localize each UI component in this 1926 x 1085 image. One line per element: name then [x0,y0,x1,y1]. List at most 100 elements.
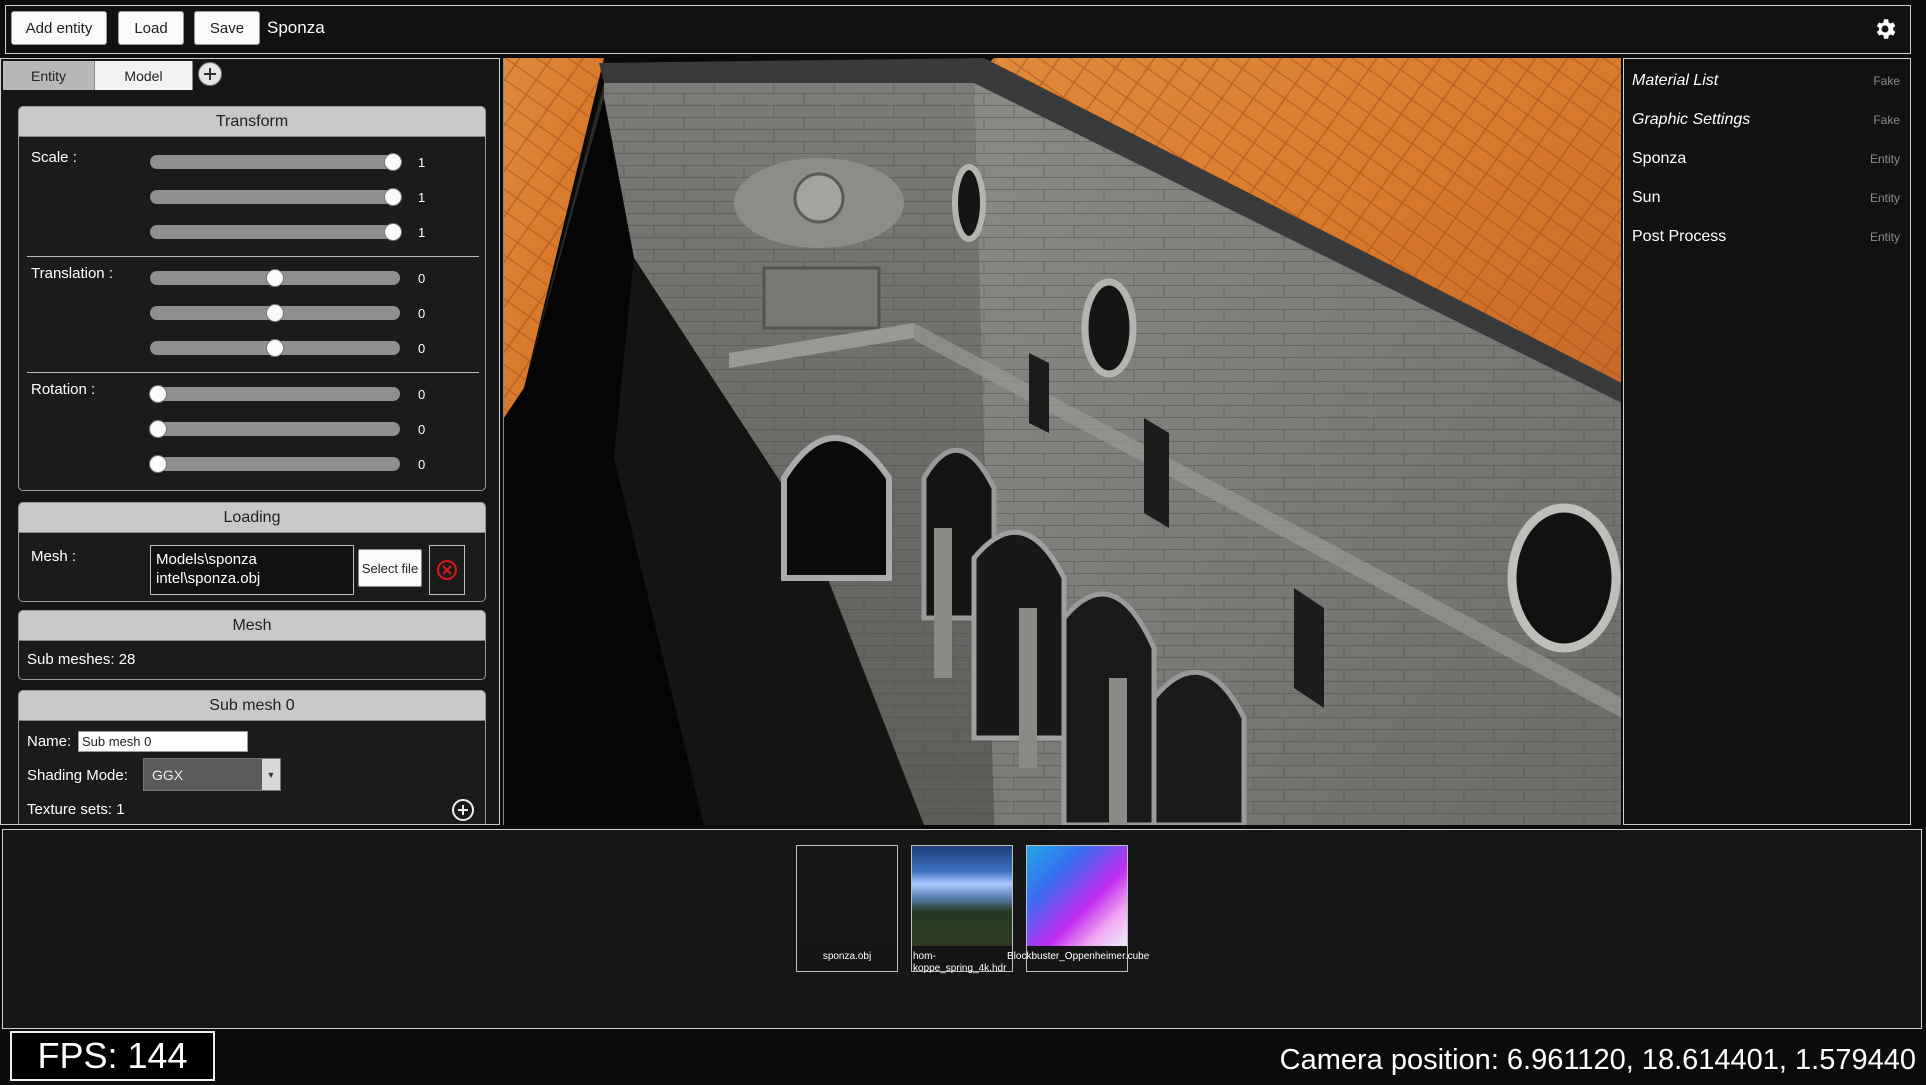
editor-window: Add entity Load Save Sponza Entity Model… [0,0,1926,1085]
translation-label: Translation : [31,265,113,282]
rotation-z-value: 0 [418,457,426,472]
mesh-title: Mesh [19,611,485,641]
mesh-path-field[interactable]: Models\sponza intel\sponza.obj [150,545,354,595]
asset-browser: sponza.obj hom-koppe_spring_4k.hdr Block… [2,829,1922,1029]
translation-z-value: 0 [418,341,426,356]
hierarchy-item-post-process[interactable]: Post Process Entity [1624,219,1910,253]
3d-viewport[interactable] [503,58,1621,825]
mesh-path-line1: Models\sponza [156,551,257,568]
divider [27,372,479,373]
sub-mesh-section: Sub mesh 0 Name: Shading Mode: GGX ▼ Tex… [18,690,486,824]
hierarchy-item-type: Entity [1869,152,1900,166]
shading-mode-select[interactable]: GGX ▼ [143,758,281,791]
select-file-button[interactable]: Select file [358,549,422,587]
tab-model[interactable]: Model [95,61,193,90]
translation-y-value: 0 [418,306,426,321]
slider-knob[interactable] [266,269,284,287]
hdr-thumbnail [912,846,1012,946]
slider-knob[interactable] [148,455,167,473]
hierarchy-item-type: Entity [1869,191,1900,205]
scene-render [504,58,1621,825]
translation-z-slider[interactable] [150,339,400,357]
camera-position-readout: Camera position: 6.961120, 18.614401, 1.… [1279,1044,1916,1076]
load-button[interactable]: Load [118,11,184,45]
rotation-y-value: 0 [418,422,426,437]
plus-circle-icon [458,805,468,815]
tab-entity[interactable]: Entity [3,61,95,90]
file-thumbnail [797,846,897,946]
inspector-panel: Entity Model Transform Scale : 1 1 1 Tra… [0,58,500,825]
hierarchy-item-type: Fake [1873,113,1900,127]
loading-section: Loading Mesh : Models\sponza intel\sponz… [18,502,486,602]
inspector-tabs: Entity Model [3,61,193,90]
translation-x-value: 0 [418,271,426,286]
lut-thumbnail [1027,846,1127,946]
rotation-x-value: 0 [418,387,426,402]
hierarchy-item-name: Graphic Settings [1632,111,1751,128]
transform-title: Transform [19,107,485,137]
add-tab-button[interactable] [198,62,222,86]
mesh-path-line2: intel\sponza.obj [156,570,261,587]
hierarchy-item-sponza[interactable]: Sponza Entity [1624,141,1910,175]
sub-meshes-count: Sub meshes: 28 [27,651,136,668]
hierarchy-item-name: Sponza [1632,150,1687,167]
scale-y-value: 1 [418,190,426,205]
slider-knob[interactable] [383,153,402,171]
rotation-z-slider[interactable] [148,455,400,473]
slider-knob[interactable] [383,188,402,206]
mesh-label: Mesh : [31,548,77,565]
transform-section: Transform Scale : 1 1 1 Translation : 0 … [18,106,486,491]
hierarchy-item-material-list[interactable]: Material List Fake [1624,63,1910,97]
sub-mesh-name-input[interactable] [78,731,248,752]
translation-x-slider[interactable] [150,269,400,287]
slider-knob[interactable] [148,420,167,438]
scene-name: Sponza [267,18,325,37]
rotation-label: Rotation : [31,381,96,398]
scale-z-value: 1 [418,225,426,240]
fps-counter: FPS: 144 [10,1031,215,1081]
scene-hierarchy-panel: Material List Fake Graphic Settings Fake… [1623,58,1911,825]
scale-x-value: 1 [418,155,426,170]
inspector-scrollbar[interactable] [491,99,497,819]
hierarchy-item-type: Entity [1869,230,1900,244]
asset-item[interactable]: Blockbuster_Oppenheimer.cube [1007,845,1149,972]
rotation-y-slider[interactable] [148,420,400,438]
scale-label: Scale : [31,149,77,166]
shading-mode-label: Shading Mode: [27,767,128,784]
mesh-section: Mesh Sub meshes: 28 [18,610,486,680]
hierarchy-item-name: Material List [1632,72,1719,89]
slider-knob[interactable] [148,385,167,403]
hierarchy-item-name: Post Process [1632,228,1727,245]
texture-sets-count: Texture sets: 1 [27,801,125,818]
asset-item[interactable]: sponza.obj [796,845,898,972]
slider-knob[interactable] [383,223,402,241]
loading-title: Loading [19,503,485,533]
asset-label: sponza.obj [822,951,872,962]
shading-mode-value: GGX [152,767,184,783]
scale-x-slider[interactable] [150,153,402,171]
asset-label: hom-koppe_spring_4k.hdr [913,951,1007,974]
asset-label: Blockbuster_Oppenheimer.cube [1007,951,1150,962]
rotation-x-slider[interactable] [148,385,400,403]
sub-mesh-title: Sub mesh 0 [19,691,485,721]
gear-icon[interactable] [1872,16,1898,42]
plus-circle-icon [204,68,216,80]
scale-z-slider[interactable] [150,223,402,241]
slider-knob[interactable] [266,304,284,322]
asset-item[interactable]: hom-koppe_spring_4k.hdr [911,845,1013,974]
top-toolbar: Add entity Load Save Sponza [5,5,1911,54]
translation-y-slider[interactable] [150,304,400,322]
divider [27,256,479,257]
close-circle-icon [437,560,457,580]
save-button[interactable]: Save [194,11,260,45]
hierarchy-item-name: Sun [1632,189,1661,206]
add-entity-button[interactable]: Add entity [11,11,107,45]
add-texture-set-button[interactable] [452,799,474,821]
scale-y-slider[interactable] [150,188,402,206]
hierarchy-item-sun[interactable]: Sun Entity [1624,180,1910,214]
remove-mesh-button[interactable] [429,545,465,595]
slider-knob[interactable] [266,339,284,357]
hierarchy-item-graphic-settings[interactable]: Graphic Settings Fake [1624,102,1910,136]
hierarchy-item-type: Fake [1873,74,1900,88]
chevron-down-icon: ▼ [262,759,280,790]
